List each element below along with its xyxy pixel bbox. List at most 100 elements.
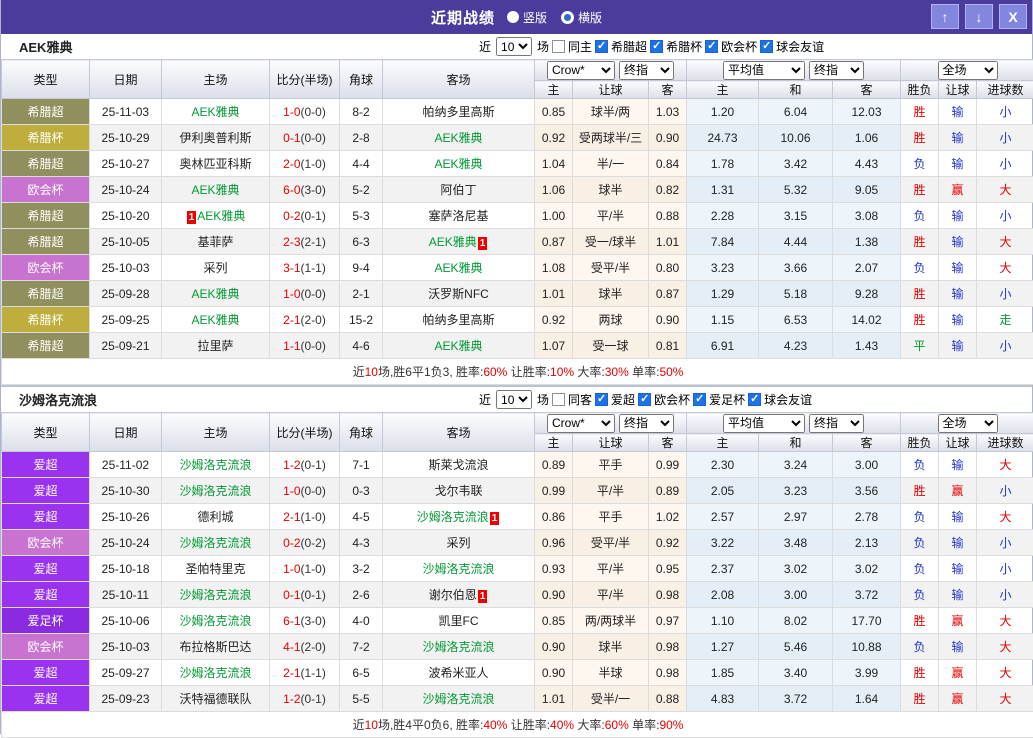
team-text: 圣帕特里克 bbox=[185, 562, 245, 576]
matches-unit-label: 场 bbox=[537, 391, 549, 408]
league-checkbox-希腊超[interactable] bbox=[595, 40, 608, 53]
away-team-cell: 沃罗斯NFC bbox=[383, 281, 535, 307]
red-card-badge: 1 bbox=[478, 590, 488, 603]
bookmaker-select[interactable]: Crow* bbox=[547, 61, 615, 80]
result-scope-header: 全场 bbox=[901, 413, 1033, 434]
half-score: (3-0) bbox=[301, 183, 326, 197]
scope-select[interactable]: 全场 bbox=[938, 414, 998, 433]
home-team-cell: AEK雅典 bbox=[162, 281, 270, 307]
recent-count-select[interactable]: 10 bbox=[496, 37, 532, 56]
odds-away-cell: 0.98 bbox=[649, 660, 687, 686]
away-team-cell: 阿伯丁 bbox=[383, 177, 535, 203]
date-cell: 25-10-06 bbox=[90, 608, 162, 634]
league-checkbox-欧会杯[interactable] bbox=[705, 40, 718, 53]
final-score: 1-0 bbox=[283, 562, 300, 576]
recent-count-select[interactable]: 10 bbox=[496, 390, 532, 409]
league-label: 欧会杯 bbox=[654, 391, 690, 408]
layout-radio-竖版[interactable]: 竖版 bbox=[507, 9, 547, 26]
scope-select[interactable]: 全场 bbox=[938, 61, 998, 80]
average-time-select[interactable]: 终指 bbox=[809, 414, 864, 433]
home-team-cell: 基菲萨 bbox=[162, 229, 270, 255]
odds-away-cell: 0.84 bbox=[649, 151, 687, 177]
average-odds-header: 平均值终指 bbox=[687, 413, 901, 434]
avg-home-cell: 1.27 bbox=[687, 634, 759, 660]
handicap-cell: 球半 bbox=[573, 281, 649, 307]
same-venue-checkbox[interactable] bbox=[552, 393, 565, 406]
date-cell: 25-09-25 bbox=[90, 307, 162, 333]
team-text: 拉里萨 bbox=[197, 339, 233, 353]
league-checkbox-欧会杯[interactable] bbox=[638, 393, 651, 406]
summary-segment: 60% bbox=[483, 365, 507, 379]
average-select[interactable]: 平均值 bbox=[723, 61, 805, 80]
close-button[interactable]: X bbox=[999, 4, 1027, 29]
avg-away-cell: 3.08 bbox=[833, 203, 901, 229]
corner-cell: 5-5 bbox=[340, 686, 383, 712]
result-goals-cell: 小 bbox=[977, 203, 1033, 229]
avg-away-cell: 2.07 bbox=[833, 255, 901, 281]
league-checkbox-希腊杯[interactable] bbox=[650, 40, 663, 53]
section-team-2: 沙姆洛克流浪 近10场同客爱超欧会杯爱足杯球会友谊 类型 日期 主场 比分(半场… bbox=[1, 385, 1032, 738]
score-cell: 3-1(1-1) bbox=[270, 255, 340, 281]
col-type: 类型 bbox=[2, 60, 90, 99]
odds-home-cell: 0.92 bbox=[535, 125, 573, 151]
half-score: (1-1) bbox=[301, 261, 326, 275]
move-down-button[interactable]: ↓ bbox=[965, 4, 993, 29]
radio-icon bbox=[561, 11, 574, 24]
same-venue-checkbox[interactable] bbox=[552, 40, 565, 53]
type-cell: 欧会杯 bbox=[2, 177, 90, 203]
team-text: 沃特福德联队 bbox=[179, 692, 251, 706]
final-score: 2-1 bbox=[283, 510, 300, 524]
type-cell: 希腊超 bbox=[2, 229, 90, 255]
away-team-cell: 谢尔伯恩1 bbox=[383, 582, 535, 608]
corner-cell: 4-0 bbox=[340, 608, 383, 634]
matches-body: 爱超25-11-02沙姆洛克流浪1-2(0-1)7-1斯莱戈流浪0.89平手0.… bbox=[2, 452, 1033, 712]
home-team-cell: AEK雅典 bbox=[162, 99, 270, 125]
move-up-button[interactable]: ↑ bbox=[931, 4, 959, 29]
odds-time-select[interactable]: 终指 bbox=[619, 61, 674, 80]
radio-label: 竖版 bbox=[523, 9, 547, 26]
team-text: 沙姆洛克流浪 bbox=[179, 536, 251, 550]
away-team-cell: 沙姆洛克流浪 bbox=[383, 556, 535, 582]
corner-cell: 3-2 bbox=[340, 556, 383, 582]
league-checkbox-爱足杯[interactable] bbox=[693, 393, 706, 406]
team-filter-bar: 沙姆洛克流浪 近10场同客爱超欧会杯爱足杯球会友谊 bbox=[1, 387, 1032, 412]
team-name: 沙姆洛克流浪 bbox=[19, 390, 97, 409]
date-cell: 25-10-05 bbox=[90, 229, 162, 255]
col-goals: 进球数 bbox=[977, 81, 1033, 99]
result-goals-cell: 大 bbox=[977, 504, 1033, 530]
half-score: (0-1) bbox=[301, 458, 326, 472]
result-winloss-cell: 胜 bbox=[901, 177, 939, 203]
odds-time-select[interactable]: 终指 bbox=[619, 414, 674, 433]
result-goals-cell: 大 bbox=[977, 229, 1033, 255]
average-time-select[interactable]: 终指 bbox=[809, 61, 864, 80]
handicap-cell: 半球 bbox=[573, 660, 649, 686]
near-label: 近 bbox=[479, 391, 491, 408]
date-cell: 25-10-30 bbox=[90, 478, 162, 504]
down-arrow-icon: ↓ bbox=[976, 9, 983, 25]
avg-away-cell: 10.88 bbox=[833, 634, 901, 660]
result-winloss-cell: 胜 bbox=[901, 99, 939, 125]
avg-draw-cell: 5.32 bbox=[759, 177, 833, 203]
bookmaker-select[interactable]: Crow* bbox=[547, 414, 615, 433]
league-checkbox-爱超[interactable] bbox=[595, 393, 608, 406]
half-score: (0-1) bbox=[301, 588, 326, 602]
result-goals-cell: 大 bbox=[977, 177, 1033, 203]
date-cell: 25-10-27 bbox=[90, 151, 162, 177]
away-team-cell: 凯里FC bbox=[383, 608, 535, 634]
odds-home-cell: 0.87 bbox=[535, 229, 573, 255]
home-team-cell: AEK雅典 bbox=[162, 307, 270, 333]
date-cell: 25-10-18 bbox=[90, 556, 162, 582]
league-checkbox-球会友谊[interactable] bbox=[748, 393, 761, 406]
team-text: 阿伯丁 bbox=[440, 183, 476, 197]
average-select[interactable]: 平均值 bbox=[723, 414, 805, 433]
home-team-cell: 采列 bbox=[162, 255, 270, 281]
handicap-cell: 球半/两 bbox=[573, 99, 649, 125]
layout-radio-横版[interactable]: 横版 bbox=[561, 9, 602, 26]
col-avg-home: 主 bbox=[687, 434, 759, 452]
filter-controls: 近10场同客爱超欧会杯爱足杯球会友谊 bbox=[479, 390, 812, 409]
date-cell: 25-10-20 bbox=[90, 203, 162, 229]
team-text: AEK雅典 bbox=[434, 131, 482, 145]
away-team-cell: 沙姆洛克流浪1 bbox=[383, 504, 535, 530]
team-text: 波希米亚人 bbox=[428, 666, 488, 680]
league-checkbox-球会友谊[interactable] bbox=[760, 40, 773, 53]
